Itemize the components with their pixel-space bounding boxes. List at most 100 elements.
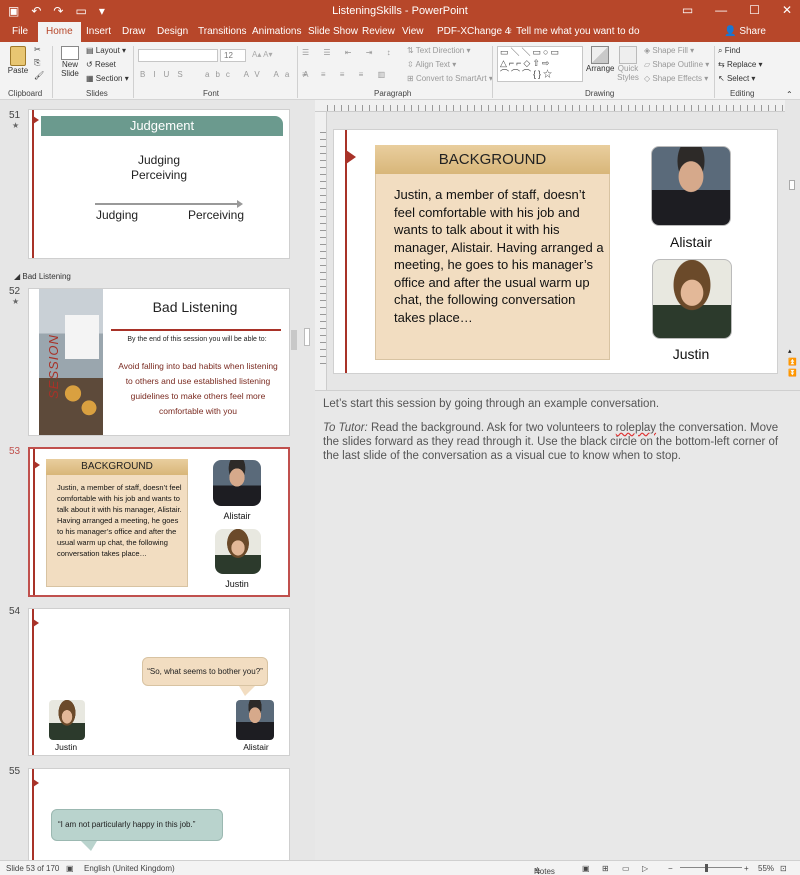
slide-thumbnail-53[interactable]: BACKGROUND Justin, a member of staff, do… bbox=[28, 447, 290, 597]
shape-outline-button[interactable]: ▱ Shape Outline ▾ bbox=[644, 60, 709, 69]
quick-styles-button[interactable]: Quick Styles bbox=[616, 46, 640, 82]
font-formatting-buttons[interactable]: BIUS bbox=[140, 70, 191, 79]
ribbon: Paste ✂ ⎘ 🖌 Clipboard New Slide ▤ Layout… bbox=[0, 42, 800, 100]
slide-sorter-icon[interactable]: ⊞ bbox=[602, 864, 609, 873]
slide-count: Slide 53 of 170 bbox=[6, 864, 60, 873]
zoom-level[interactable]: 55% bbox=[758, 864, 774, 873]
tab-transitions[interactable]: Transitions bbox=[198, 26, 247, 37]
replace-button[interactable]: ⇆ Replace ▾ bbox=[718, 60, 763, 69]
justin-name-thumb: Justin bbox=[225, 579, 249, 589]
misspelled-word[interactable]: roleplay bbox=[616, 422, 656, 434]
scale-arrow-head bbox=[237, 200, 243, 208]
tab-draw[interactable]: Draw bbox=[122, 26, 145, 37]
background-heading[interactable]: BACKGROUND bbox=[375, 145, 610, 174]
zoom-out-icon[interactable]: − bbox=[668, 864, 673, 873]
maximize-button[interactable]: ☐ bbox=[749, 3, 760, 17]
reset-button[interactable]: ↺ Reset bbox=[86, 60, 116, 69]
notes-paragraph-2[interactable]: To Tutor: Read the background. Ask for t… bbox=[323, 421, 792, 463]
editor-scrollbar[interactable]: ▴ ⏫ ⏬ bbox=[788, 112, 797, 390]
pane-splitter[interactable] bbox=[300, 100, 315, 860]
grow-font-icon[interactable]: A▴ A▾ bbox=[252, 50, 272, 59]
slide-thumbnail-51[interactable]: Judgement Judging Perceiving Judging Per… bbox=[28, 109, 290, 259]
format-painter-icon[interactable]: 🖌 bbox=[34, 71, 44, 80]
zoom-in-icon[interactable]: + bbox=[744, 864, 749, 873]
slide-thumbnail-52[interactable]: SESSION Bad Listening By the end of this… bbox=[28, 288, 290, 436]
font-effects-buttons[interactable]: abc AV Aa A bbox=[205, 70, 314, 79]
zoom-slider-thumb[interactable] bbox=[705, 864, 708, 872]
new-slide-button[interactable]: New Slide bbox=[58, 46, 82, 78]
tab-design[interactable]: Design bbox=[157, 26, 188, 37]
minimize-button[interactable]: — bbox=[715, 3, 727, 17]
next-slide-icon[interactable]: ⏬ bbox=[788, 369, 797, 377]
tab-review[interactable]: Review bbox=[362, 26, 395, 37]
current-slide[interactable]: BACKGROUND Justin, a member of staff, do… bbox=[333, 129, 778, 374]
tab-animations[interactable]: Animations bbox=[252, 26, 301, 37]
ruler-ticks bbox=[320, 132, 326, 370]
scroll-up-icon[interactable]: ▴ bbox=[788, 347, 792, 355]
shapes-gallery[interactable]: ▭＼＼▭○▭ △⌐⌐◇⇧⇨ ⌒⌒⌒{}☆ bbox=[497, 46, 583, 82]
session-objective: Avoid falling into bad habits when liste… bbox=[118, 361, 278, 416]
slide-number: 53 bbox=[9, 446, 21, 457]
speech-bubble-alistair: “So, what seems to bother you?” bbox=[142, 657, 268, 686]
arrange-button[interactable]: Arrange bbox=[586, 46, 614, 73]
slide-accent-triangle bbox=[33, 779, 39, 787]
tab-file[interactable]: File bbox=[12, 26, 28, 37]
horizontal-ruler[interactable] bbox=[315, 100, 785, 112]
thumbnail-scrollbar[interactable] bbox=[290, 100, 298, 860]
find-label: Find bbox=[724, 46, 741, 55]
alistair-photo[interactable] bbox=[651, 146, 731, 226]
font-size-input[interactable]: 12 bbox=[220, 49, 246, 62]
background-text[interactable]: Justin, a member of staff, doesn’t feel … bbox=[394, 186, 604, 326]
lightbulb-icon: ♀ bbox=[506, 26, 517, 37]
tab-insert[interactable]: Insert bbox=[86, 26, 111, 37]
shape-effects-button[interactable]: ◇ Shape Effects ▾ bbox=[644, 74, 708, 83]
language-indicator[interactable]: English (United Kingdom) bbox=[84, 864, 175, 873]
tab-slide-show[interactable]: Slide Show bbox=[308, 26, 358, 37]
tab-home[interactable]: Home bbox=[38, 22, 81, 42]
cut-icon[interactable]: ✂ bbox=[34, 45, 41, 54]
tell-me-box[interactable]: ♀ Tell me what you want to do bbox=[506, 26, 640, 37]
slide-thumbnail-pane[interactable]: 51 ★ Judgement Judging Perceiving Judgin… bbox=[0, 100, 300, 860]
shape-fill-button[interactable]: ◈ Shape Fill ▾ bbox=[644, 46, 694, 55]
convert-smartart-button[interactable]: ⊞ Convert to SmartArt ▾ bbox=[407, 74, 493, 83]
find-button[interactable]: ⌕ Find bbox=[718, 46, 740, 56]
text-direction-button[interactable]: ⇅ Text Direction ▾ bbox=[407, 46, 471, 55]
alignment-buttons[interactable]: ≡ ≡ ≡ ≡ ▥ bbox=[302, 70, 391, 79]
slide-thumbnail-55[interactable]: “I am not particularly happy in this job… bbox=[28, 768, 290, 860]
copy-icon[interactable]: ⎘ bbox=[34, 58, 40, 68]
normal-view-icon[interactable]: ▣ bbox=[582, 864, 590, 873]
reading-view-icon[interactable]: ▭ bbox=[622, 864, 630, 873]
section-header-bad-listening[interactable]: ◢ Bad Listening bbox=[14, 272, 71, 281]
tab-pdf-xchange[interactable]: PDF-XChange 4 bbox=[437, 26, 510, 37]
select-button[interactable]: ↖ Select ▾ bbox=[718, 74, 755, 83]
section-button[interactable]: ▦ Section ▾ bbox=[86, 74, 129, 83]
scrollbar-thumb[interactable] bbox=[789, 180, 795, 190]
fit-to-window-icon[interactable]: ⊡ bbox=[780, 864, 787, 873]
layout-button[interactable]: ▤ Layout ▾ bbox=[86, 46, 126, 55]
splitter-handle[interactable] bbox=[304, 328, 310, 346]
slide-thumbnail-54[interactable]: “So, what seems to bother you?” Justin A… bbox=[28, 608, 290, 756]
close-button[interactable]: ✕ bbox=[782, 3, 792, 17]
align-text-button[interactable]: ⇳ Align Text ▾ bbox=[407, 60, 456, 69]
vertical-ruler[interactable] bbox=[315, 112, 327, 390]
list-buttons[interactable]: ☰ ☰ ⇤ ⇥ ↕ bbox=[302, 48, 397, 57]
notes-paragraph-1[interactable]: Let’s start this session by going throug… bbox=[323, 397, 792, 411]
justin-name[interactable]: Justin bbox=[644, 346, 738, 362]
alistair-name[interactable]: Alistair bbox=[644, 234, 738, 250]
notes-pane[interactable]: Let’s start this session by going throug… bbox=[315, 390, 800, 860]
scrollbar-thumb[interactable] bbox=[291, 330, 297, 350]
tab-view[interactable]: View bbox=[402, 26, 424, 37]
share-button[interactable]: 👤 Share bbox=[724, 26, 766, 37]
tell-me-text: Tell me what you want to do bbox=[516, 26, 640, 37]
ribbon-display-options-icon[interactable]: ▭ bbox=[682, 3, 693, 17]
slide-accent-line bbox=[32, 110, 34, 258]
paste-button[interactable]: Paste bbox=[6, 46, 30, 75]
collapse-ribbon-icon[interactable]: ⌃ bbox=[786, 90, 793, 99]
previous-slide-icon[interactable]: ⏫ bbox=[788, 358, 797, 366]
slide-number: 55 bbox=[9, 766, 21, 777]
font-family-input[interactable] bbox=[138, 49, 218, 62]
slide-show-icon[interactable]: ▷ bbox=[642, 864, 648, 873]
justin-photo[interactable] bbox=[652, 259, 732, 339]
spelling-check-icon[interactable]: ▣ bbox=[66, 864, 74, 873]
zoom-slider-track[interactable] bbox=[680, 867, 742, 868]
